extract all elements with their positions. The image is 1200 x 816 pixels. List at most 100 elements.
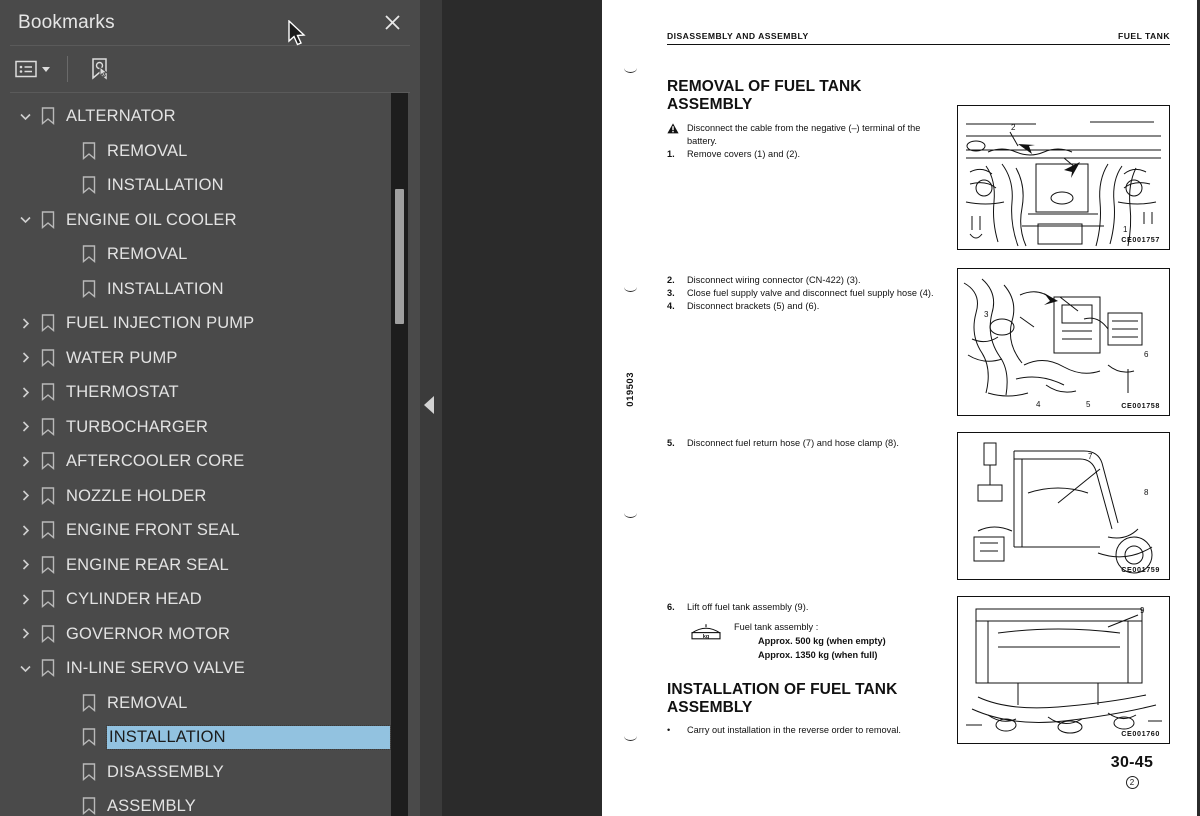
bookmark-item[interactable]: ENGINE OIL COOLER	[0, 203, 392, 238]
bookmark-label: ENGINE FRONT SEAL	[66, 521, 240, 539]
bookmarks-scrollbar-thumb[interactable]	[395, 189, 404, 324]
close-icon[interactable]	[378, 9, 406, 37]
bookmark-icon	[36, 625, 60, 643]
bookmark-label: WATER PUMP	[66, 348, 178, 367]
chevron-right-icon[interactable]	[14, 623, 36, 645]
svg-text:9: 9	[1140, 606, 1145, 615]
bookmark-icon	[36, 314, 60, 333]
step-text: Lift off fuel tank assembly (9).	[687, 602, 809, 612]
chevron-down-icon[interactable]	[14, 105, 36, 127]
bookmarks-panel: Bookmarks ALTERNATOR REMOVAL INSTALLATIO…	[0, 0, 420, 816]
collapse-left-icon[interactable]	[424, 396, 434, 414]
chevron-right-icon[interactable]	[14, 416, 36, 438]
bookmark-item[interactable]: INSTALLATION	[0, 720, 392, 755]
bookmark-label: CYLINDER HEAD	[66, 590, 202, 608]
bookmark-item[interactable]: ASSEMBLY	[0, 789, 392, 816]
page-running-header: DISASSEMBLY AND ASSEMBLY FUEL TANK	[667, 31, 1170, 45]
bookmark-label: TURBOCHARGER	[66, 417, 209, 436]
bookmark-label: ENGINE OIL COOLER	[66, 210, 237, 229]
figure-1: 2 1 CE001757	[957, 105, 1170, 250]
bookmark-item[interactable]: DISASSEMBLY	[0, 755, 392, 790]
bookmark-item[interactable]: CYLINDER HEAD	[0, 582, 392, 617]
bookmark-item[interactable]: IN-LINE SERVO VALVE	[0, 651, 392, 686]
toolbar-separator	[67, 56, 68, 82]
svg-text:4: 4	[1036, 400, 1041, 409]
chevron-right-icon[interactable]	[14, 485, 36, 507]
figure-caption: CE001760	[1121, 729, 1160, 738]
bookmark-icon	[77, 142, 101, 160]
warning-note: Disconnect the cable from the negative (…	[667, 122, 935, 148]
bookmark-label: ASSEMBLY	[107, 797, 196, 815]
bookmark-item[interactable]: ALTERNATOR	[0, 99, 392, 134]
bookmark-item[interactable]: INSTALLATION	[0, 272, 392, 307]
document-page: DISASSEMBLY AND ASSEMBLY FUEL TANK 01950…	[602, 0, 1197, 816]
weight-specification: kg Fuel tank assembly : Approx. 500 kg (…	[667, 621, 935, 662]
bookmark-icon	[77, 728, 101, 747]
chevron-right-icon[interactable]	[14, 519, 36, 541]
figure-2: 3 4 5 6 CE001758	[957, 268, 1170, 416]
bookmark-pointer-icon[interactable]	[86, 54, 114, 84]
step-number: 2.	[667, 275, 675, 285]
bookmark-item[interactable]: ENGINE FRONT SEAL	[0, 513, 392, 548]
chevron-right-icon[interactable]	[14, 312, 36, 334]
chevron-right-icon[interactable]	[14, 450, 36, 472]
figure-2-drawing: 3 4 5 6	[963, 278, 1149, 409]
header-left-text: DISASSEMBLY AND ASSEMBLY	[667, 31, 809, 41]
document-viewer[interactable]: DISASSEMBLY AND ASSEMBLY FUEL TANK 01950…	[442, 0, 1200, 816]
figure-4: 9 CE001760	[957, 596, 1170, 744]
weight-spec-text: Fuel tank assembly : Approx. 500 kg (whe…	[725, 621, 886, 662]
bookmark-label: ALTERNATOR	[66, 107, 176, 125]
chevron-down-icon[interactable]	[14, 657, 36, 679]
bookmark-item[interactable]: REMOVAL	[0, 134, 392, 169]
bookmarks-panel-header: Bookmarks	[0, 0, 420, 45]
bookmark-item[interactable]: REMOVAL	[0, 237, 392, 272]
bookmark-item[interactable]: AFTERCOOLER CORE	[0, 444, 392, 479]
warning-triangle-icon	[667, 122, 687, 148]
step-4: 4. Disconnect brackets (5) and (6).	[667, 300, 935, 313]
bookmark-label: FUEL INJECTION PUMP	[66, 314, 255, 332]
section-title-installation: INSTALLATION OF FUEL TANK ASSEMBLY	[667, 681, 898, 717]
step-number: 6.	[667, 602, 675, 612]
chevron-down-icon[interactable]	[14, 209, 36, 231]
chevron-right-icon[interactable]	[14, 347, 36, 369]
bookmark-item[interactable]: ENGINE REAR SEAL	[0, 548, 392, 583]
page-revision-badge: 2	[1125, 776, 1139, 789]
svg-text:2: 2	[1011, 123, 1016, 132]
bookmark-label: INSTALLATION	[107, 176, 224, 194]
weight-empty: Approx. 500 kg (when empty)	[758, 635, 886, 646]
figure-caption: CE001759	[1121, 565, 1160, 574]
installation-bullet-text: Carry out installation in the reverse or…	[687, 725, 901, 735]
bookmark-item[interactable]: THERMOSTAT	[0, 375, 392, 410]
lifting-weight-kg-icon: kg	[689, 621, 725, 662]
bookmark-item[interactable]: GOVERNOR MOTOR	[0, 617, 392, 652]
list-view-icon[interactable]	[12, 54, 53, 84]
crop-mark	[624, 287, 637, 296]
chevron-right-icon[interactable]	[14, 588, 36, 610]
svg-text:3: 3	[984, 310, 989, 319]
weight-full: Approx. 1350 kg (when full)	[758, 649, 878, 660]
page-number: 30-45	[1110, 754, 1154, 771]
bookmark-item[interactable]: NOZZLE HOLDER	[0, 479, 392, 514]
bookmark-icon	[36, 349, 60, 367]
step-5: 5. Disconnect fuel return hose (7) and h…	[667, 437, 935, 450]
section-installation: INSTALLATION OF FUEL TANK ASSEMBLY	[667, 681, 932, 718]
figure-3-drawing: 7 8	[973, 442, 1153, 574]
chevron-down-icon[interactable]	[42, 66, 50, 72]
bookmarks-scrollbar-track[interactable]	[391, 93, 408, 816]
bookmark-icon	[36, 452, 60, 471]
chevron-right-icon[interactable]	[14, 381, 36, 403]
steps-group-1: Disconnect the cable from the negative (…	[667, 122, 935, 161]
chevron-right-icon[interactable]	[14, 554, 36, 576]
bookmark-item[interactable]: WATER PUMP	[0, 341, 392, 376]
section-title-removal: REMOVAL OF FUEL TANK ASSEMBLY	[667, 78, 862, 114]
bookmark-item[interactable]: REMOVAL	[0, 686, 392, 721]
bookmark-item[interactable]: TURBOCHARGER	[0, 410, 392, 445]
bookmark-icon	[77, 245, 101, 264]
bookmark-icon	[77, 280, 101, 298]
bookmark-item[interactable]: FUEL INJECTION PUMP	[0, 306, 392, 341]
step-text: Close fuel supply valve and disconnect f…	[687, 288, 934, 299]
step-number: 5.	[667, 438, 675, 448]
bookmark-item[interactable]: INSTALLATION	[0, 168, 392, 203]
panel-divider[interactable]	[420, 0, 442, 816]
figure-caption: CE001758	[1121, 401, 1160, 410]
